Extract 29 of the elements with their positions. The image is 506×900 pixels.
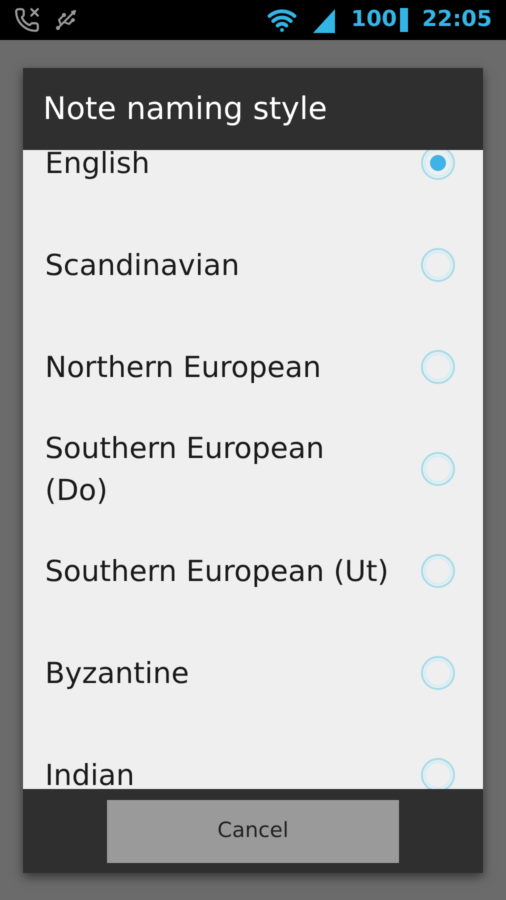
battery-icon: [400, 8, 408, 32]
option-row[interactable]: Southern European (Do): [23, 418, 483, 520]
option-row[interactable]: Northern European: [23, 316, 483, 418]
option-row[interactable]: Southern European (Ut): [23, 520, 483, 622]
radio-selected-icon[interactable]: [420, 150, 456, 181]
signal-icon: [311, 7, 338, 33]
battery-level: 100: [351, 9, 397, 31]
option-label: Indian: [45, 757, 135, 789]
radio-icon[interactable]: [420, 451, 456, 487]
cancel-button[interactable]: Cancel: [107, 800, 399, 862]
missed-call-icon: [14, 7, 40, 33]
option-label: English: [45, 150, 150, 182]
option-row[interactable]: English: [23, 150, 483, 214]
radio-icon[interactable]: [420, 757, 456, 789]
radio-icon[interactable]: [420, 655, 456, 691]
option-label: Byzantine: [45, 655, 190, 692]
radio-icon[interactable]: [420, 247, 456, 283]
clock: 22:05: [422, 9, 492, 31]
option-row[interactable]: Indian: [23, 724, 483, 789]
option-label: Southern European (Ut): [45, 553, 389, 590]
option-label: Scandinavian: [45, 247, 240, 284]
radio-icon[interactable]: [420, 349, 456, 385]
option-row[interactable]: Scandinavian: [23, 214, 483, 316]
dialog-title: Note naming style: [43, 90, 328, 129]
usb-icon: [54, 8, 78, 32]
option-label: Southern European (Do): [45, 430, 324, 509]
radio-icon[interactable]: [420, 553, 456, 589]
option-label: Northern European: [45, 349, 322, 386]
option-row[interactable]: Byzantine: [23, 622, 483, 724]
